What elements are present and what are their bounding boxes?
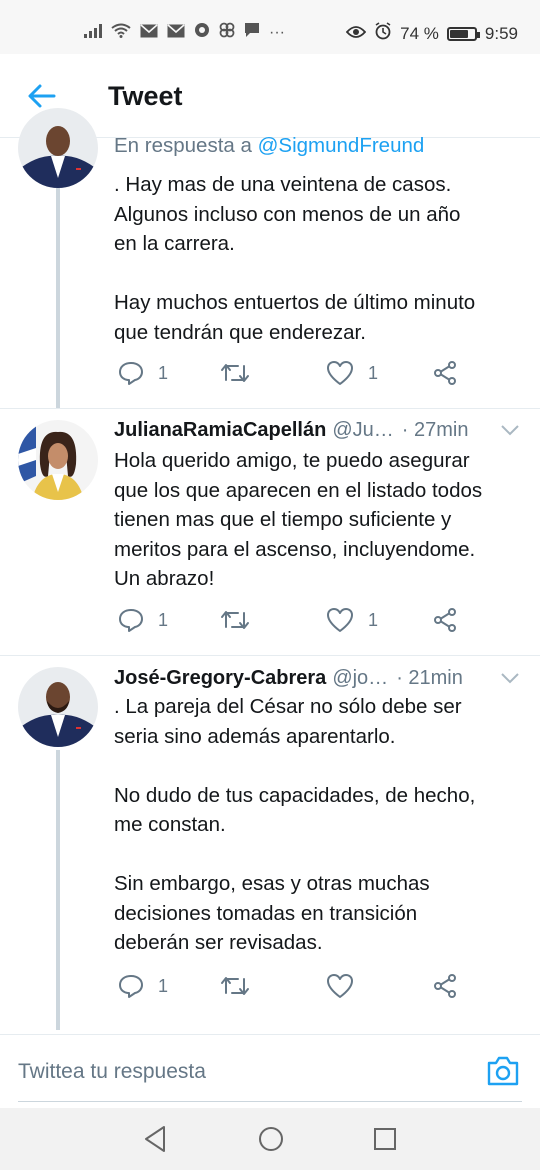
more-notifications-icon: ··· — [269, 23, 285, 41]
like-count: 1 — [368, 362, 379, 383]
tweet-text: Hola querido amigo, te puedo asegurar qu… — [114, 449, 483, 590]
share-button[interactable] — [432, 358, 458, 388]
chevron-down-icon[interactable] — [500, 420, 520, 443]
wifi-icon — [111, 23, 131, 43]
status-notification-icons: ··· — [84, 22, 285, 43]
nav-back-button[interactable] — [142, 1124, 168, 1159]
reply-context: En respuesta a @SigmundFreund — [114, 134, 424, 158]
display-name[interactable]: JulianaRamiaCapellán — [114, 419, 326, 442]
tweet-actions: 1 — [114, 971, 474, 1001]
avatar-jose[interactable] — [18, 108, 98, 188]
eye-icon — [345, 24, 367, 44]
retweet-button[interactable] — [220, 358, 250, 388]
input-underline — [18, 1101, 522, 1102]
status-system-icons: 74 % 9:59 — [345, 22, 518, 45]
like-count: 1 — [368, 609, 379, 630]
reply-count: 1 — [158, 362, 169, 383]
share-button[interactable] — [432, 971, 458, 1001]
app-icon — [219, 22, 235, 43]
retweet-icon — [221, 364, 249, 382]
tweet-header: JulianaRamiaCapellán @Ju… · 27min — [114, 416, 524, 444]
share-button[interactable] — [432, 605, 458, 635]
display-name[interactable]: José-Gregory-Cabrera — [114, 667, 326, 690]
share-icon — [434, 974, 456, 998]
reply-input[interactable]: Twittea tu respuesta — [18, 1060, 206, 1084]
mail-icon-2 — [167, 23, 185, 43]
heart-icon — [327, 974, 353, 998]
retweet-button[interactable] — [220, 605, 250, 635]
reply-count: 1 — [158, 975, 169, 996]
status-bar: ··· 74 % 9:59 — [0, 0, 540, 54]
thread-line — [56, 750, 60, 1030]
browser-icon — [194, 22, 210, 43]
reply-prefix: En respuesta a — [114, 134, 252, 157]
chat-icon — [244, 22, 260, 43]
heart-icon — [327, 608, 353, 632]
reply-icon — [119, 975, 143, 998]
reply-icon — [119, 362, 143, 385]
reply-button[interactable]: 1 — [118, 358, 168, 388]
reply-button[interactable]: 1 — [118, 971, 168, 1001]
like-button[interactable]: 1 — [326, 605, 378, 635]
timestamp: · 21min — [396, 666, 463, 689]
reply-compose-bar: Twittea tu respuesta — [0, 1034, 540, 1108]
mail-icon — [140, 23, 158, 43]
battery-icon — [446, 26, 480, 41]
reply-icon — [119, 609, 143, 632]
reply-handle-link[interactable]: @SigmundFreund — [258, 134, 425, 157]
tweet-actions: 1 1 — [114, 605, 474, 635]
clock: 9:59 — [484, 23, 518, 43]
camera-icon[interactable] — [486, 1055, 520, 1092]
chevron-down-icon[interactable] — [500, 668, 520, 691]
divider — [0, 408, 540, 409]
thread-line — [56, 188, 60, 408]
nav-home-button[interactable] — [257, 1124, 285, 1159]
alarm-icon — [374, 22, 392, 45]
avatar-juliana[interactable] — [18, 420, 98, 500]
avatar-jose[interactable] — [18, 667, 98, 747]
tweet-actions: 1 1 — [114, 358, 474, 388]
like-button[interactable]: 1 — [326, 358, 378, 388]
system-navigation-bar — [0, 1108, 540, 1170]
timestamp: · 27min — [401, 418, 469, 441]
tweet-text: . Hay mas de una veintena de casos. Algu… — [114, 173, 476, 344]
retweet-icon — [221, 611, 249, 629]
retweet-icon — [221, 977, 249, 995]
reply-button[interactable]: 1 — [118, 605, 168, 635]
divider — [0, 655, 540, 656]
battery-percent: 74 % — [400, 23, 439, 43]
username[interactable]: @Ju… — [332, 419, 393, 442]
retweet-button[interactable] — [220, 971, 250, 1001]
username[interactable]: @jo… — [332, 667, 388, 690]
tweet-text: . La pareja del César no sólo debe ser s… — [114, 695, 476, 954]
signal-icon — [84, 23, 102, 43]
nav-recents-button[interactable] — [372, 1124, 398, 1159]
tweet-header: José-Gregory-Cabrera @jo… · 21min — [114, 664, 524, 692]
page-title: Tweet — [108, 81, 183, 111]
like-button[interactable] — [326, 971, 368, 1001]
reply-count: 1 — [158, 609, 169, 630]
heart-icon — [327, 361, 353, 385]
share-icon — [434, 608, 456, 632]
share-icon — [434, 361, 456, 385]
